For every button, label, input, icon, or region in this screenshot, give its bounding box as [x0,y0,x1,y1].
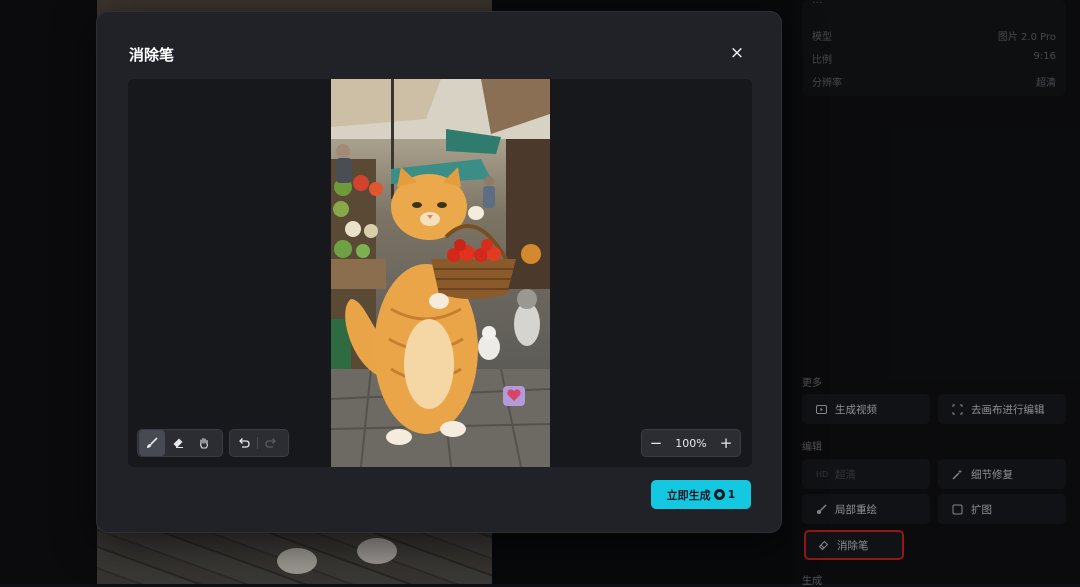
generate-now-button[interactable]: 立即生成 1 [651,480,751,509]
zoom-in-button[interactable]: + [713,430,739,456]
zoom-group: − 100% + [641,429,741,457]
zoom-level: 100% [669,437,713,450]
undo-icon[interactable] [231,430,257,456]
eraser-modal: 消除笔 × [96,11,782,533]
cat-market-image[interactable] [331,79,550,467]
modal-title: 消除笔 [129,44,174,65]
generate-cost: 1 [728,488,736,501]
close-icon[interactable]: × [727,43,747,63]
edit-canvas[interactable]: − 100% + [128,79,752,467]
hand-tool-icon[interactable] [191,430,217,456]
eraser-tool-icon[interactable] [165,430,191,456]
generate-label: 立即生成 [667,487,711,503]
tool-group [137,429,223,457]
history-group [229,429,289,457]
zoom-out-button[interactable]: − [643,430,669,456]
brush-tool-icon[interactable] [139,430,165,456]
credit-coin-icon [714,489,725,500]
redo-icon[interactable] [258,430,284,456]
